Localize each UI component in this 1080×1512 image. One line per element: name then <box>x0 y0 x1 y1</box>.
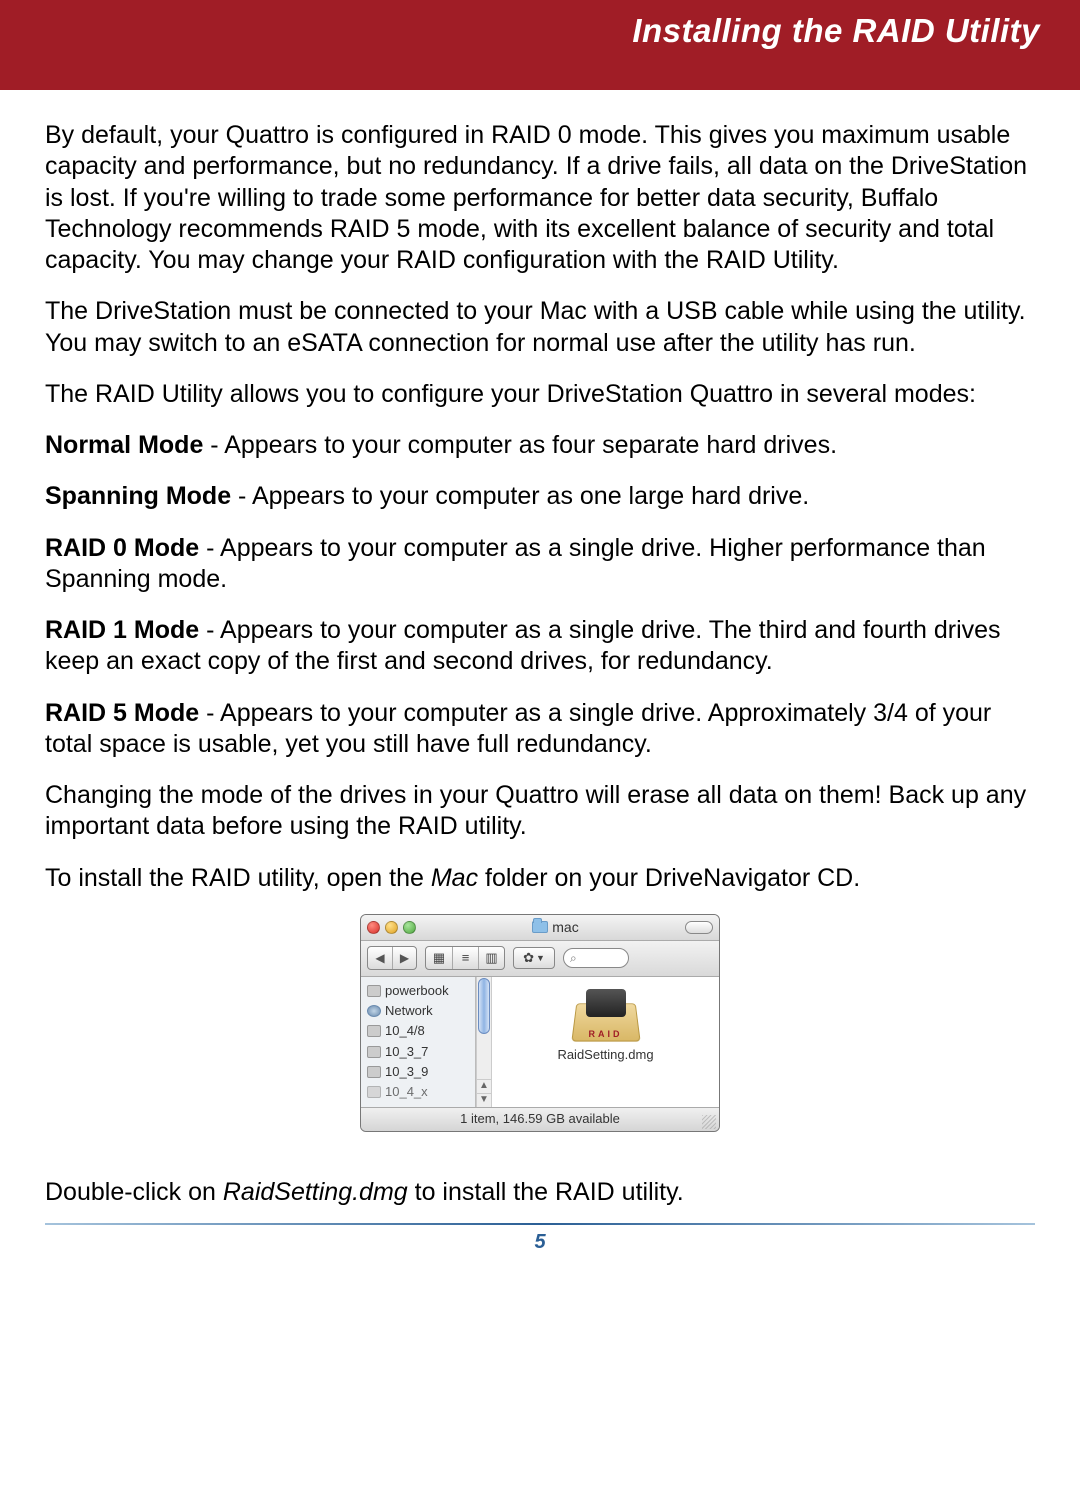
drive-icon <box>367 1066 381 1078</box>
page-title: Installing the RAID Utility <box>0 12 1040 50</box>
folder-icon <box>532 921 548 933</box>
window-title: mac <box>426 919 685 937</box>
finder-body: powerbook Network 10_4/8 10_3_7 10_3_9 1… <box>361 977 719 1107</box>
gear-icon: ✿ <box>523 950 534 966</box>
mode-name: RAID 5 Mode <box>45 699 199 727</box>
sidebar-item[interactable]: 10_3_9 <box>367 1062 475 1082</box>
sidebar-item[interactable]: 10_3_7 <box>367 1042 475 1062</box>
page-number: 5 <box>0 1231 1080 1268</box>
search-input[interactable]: ⌕ <box>563 948 629 968</box>
mode-name: RAID 1 Mode <box>45 616 199 644</box>
chevron-down-icon: ▼ <box>536 953 545 964</box>
minimize-icon[interactable] <box>385 921 398 934</box>
mode-desc: - Appears to your computer as one large … <box>231 482 809 510</box>
close-icon[interactable] <box>367 921 380 934</box>
finder-sidebar: powerbook Network 10_4/8 10_3_7 10_3_9 1… <box>361 977 476 1107</box>
network-icon <box>367 1005 381 1017</box>
finder-window: mac ◀ ▶ ▦ ≡ ▥ ✿▼ ⌕ powerbook <box>360 914 720 1132</box>
paragraph-doubleclick: Double-click on RaidSetting.dmg to insta… <box>0 1178 1080 1207</box>
sidebar-item[interactable]: powerbook <box>367 981 475 1001</box>
footer-rule <box>45 1223 1035 1225</box>
computer-icon <box>367 985 381 997</box>
sidebar-scrollbar[interactable]: ▲ ▼ <box>476 977 492 1107</box>
page-header: Installing the RAID Utility <box>0 0 1080 90</box>
page-body: By default, your Quattro is configured i… <box>0 90 1080 1178</box>
column-view-button[interactable]: ▥ <box>478 947 504 969</box>
search-icon: ⌕ <box>570 951 577 966</box>
finder-toolbar: ◀ ▶ ▦ ≡ ▥ ✿▼ ⌕ <box>361 941 719 977</box>
sidebar-item[interactable]: 10_4/8 <box>367 1021 475 1041</box>
sidebar-item[interactable]: 10_4_x <box>367 1082 475 1102</box>
finder-status-bar: 1 item, 146.59 GB available <box>361 1107 719 1131</box>
mode-raid5: RAID 5 Mode - Appears to your computer a… <box>45 698 1035 761</box>
traffic-lights <box>367 921 416 934</box>
scrollbar-thumb[interactable] <box>478 978 490 1034</box>
scroll-up-icon[interactable]: ▲ <box>477 1079 491 1093</box>
paragraph-warning: Changing the mode of the drives in your … <box>45 780 1035 843</box>
drive-icon <box>367 1025 381 1037</box>
mode-name: Spanning Mode <box>45 482 231 510</box>
mode-normal: Normal Mode - Appears to your computer a… <box>45 430 1035 461</box>
resize-handle-icon[interactable] <box>702 1115 716 1129</box>
drive-icon <box>367 1086 381 1098</box>
forward-button[interactable]: ▶ <box>392 947 416 969</box>
scroll-down-icon[interactable]: ▼ <box>477 1093 491 1107</box>
mode-spanning: Spanning Mode - Appears to your computer… <box>45 481 1035 512</box>
paragraph-install: To install the RAID utility, open the Ma… <box>45 863 1035 894</box>
finder-content: RAID RaidSetting.dmg <box>492 977 719 1107</box>
paragraph-intro: By default, your Quattro is configured i… <box>45 120 1035 276</box>
dmg-icon: RAID <box>574 989 638 1041</box>
paragraph-modes-intro: The RAID Utility allows you to configure… <box>45 379 1035 410</box>
nav-buttons: ◀ ▶ <box>367 946 417 970</box>
mode-name: Normal Mode <box>45 431 203 459</box>
mode-raid1: RAID 1 Mode - Appears to your computer a… <box>45 615 1035 678</box>
file-label: RaidSetting.dmg <box>557 1047 653 1063</box>
list-view-button[interactable]: ≡ <box>452 947 478 969</box>
file-item-raidsetting[interactable]: RAID RaidSetting.dmg <box>557 989 653 1063</box>
action-menu-button[interactable]: ✿▼ <box>513 947 555 969</box>
paragraph-usb: The DriveStation must be connected to yo… <box>45 296 1035 359</box>
sidebar-item[interactable]: Network <box>367 1001 475 1021</box>
view-mode-selector: ▦ ≡ ▥ <box>425 946 505 970</box>
icon-view-button[interactable]: ▦ <box>426 947 452 969</box>
toolbar-toggle-icon[interactable] <box>685 921 713 934</box>
mode-name: RAID 0 Mode <box>45 534 199 562</box>
back-button[interactable]: ◀ <box>368 947 392 969</box>
zoom-icon[interactable] <box>403 921 416 934</box>
drive-icon <box>367 1046 381 1058</box>
finder-titlebar: mac <box>361 915 719 941</box>
mode-desc: - Appears to your computer as four separ… <box>203 431 837 459</box>
mode-raid0: RAID 0 Mode - Appears to your computer a… <box>45 533 1035 596</box>
